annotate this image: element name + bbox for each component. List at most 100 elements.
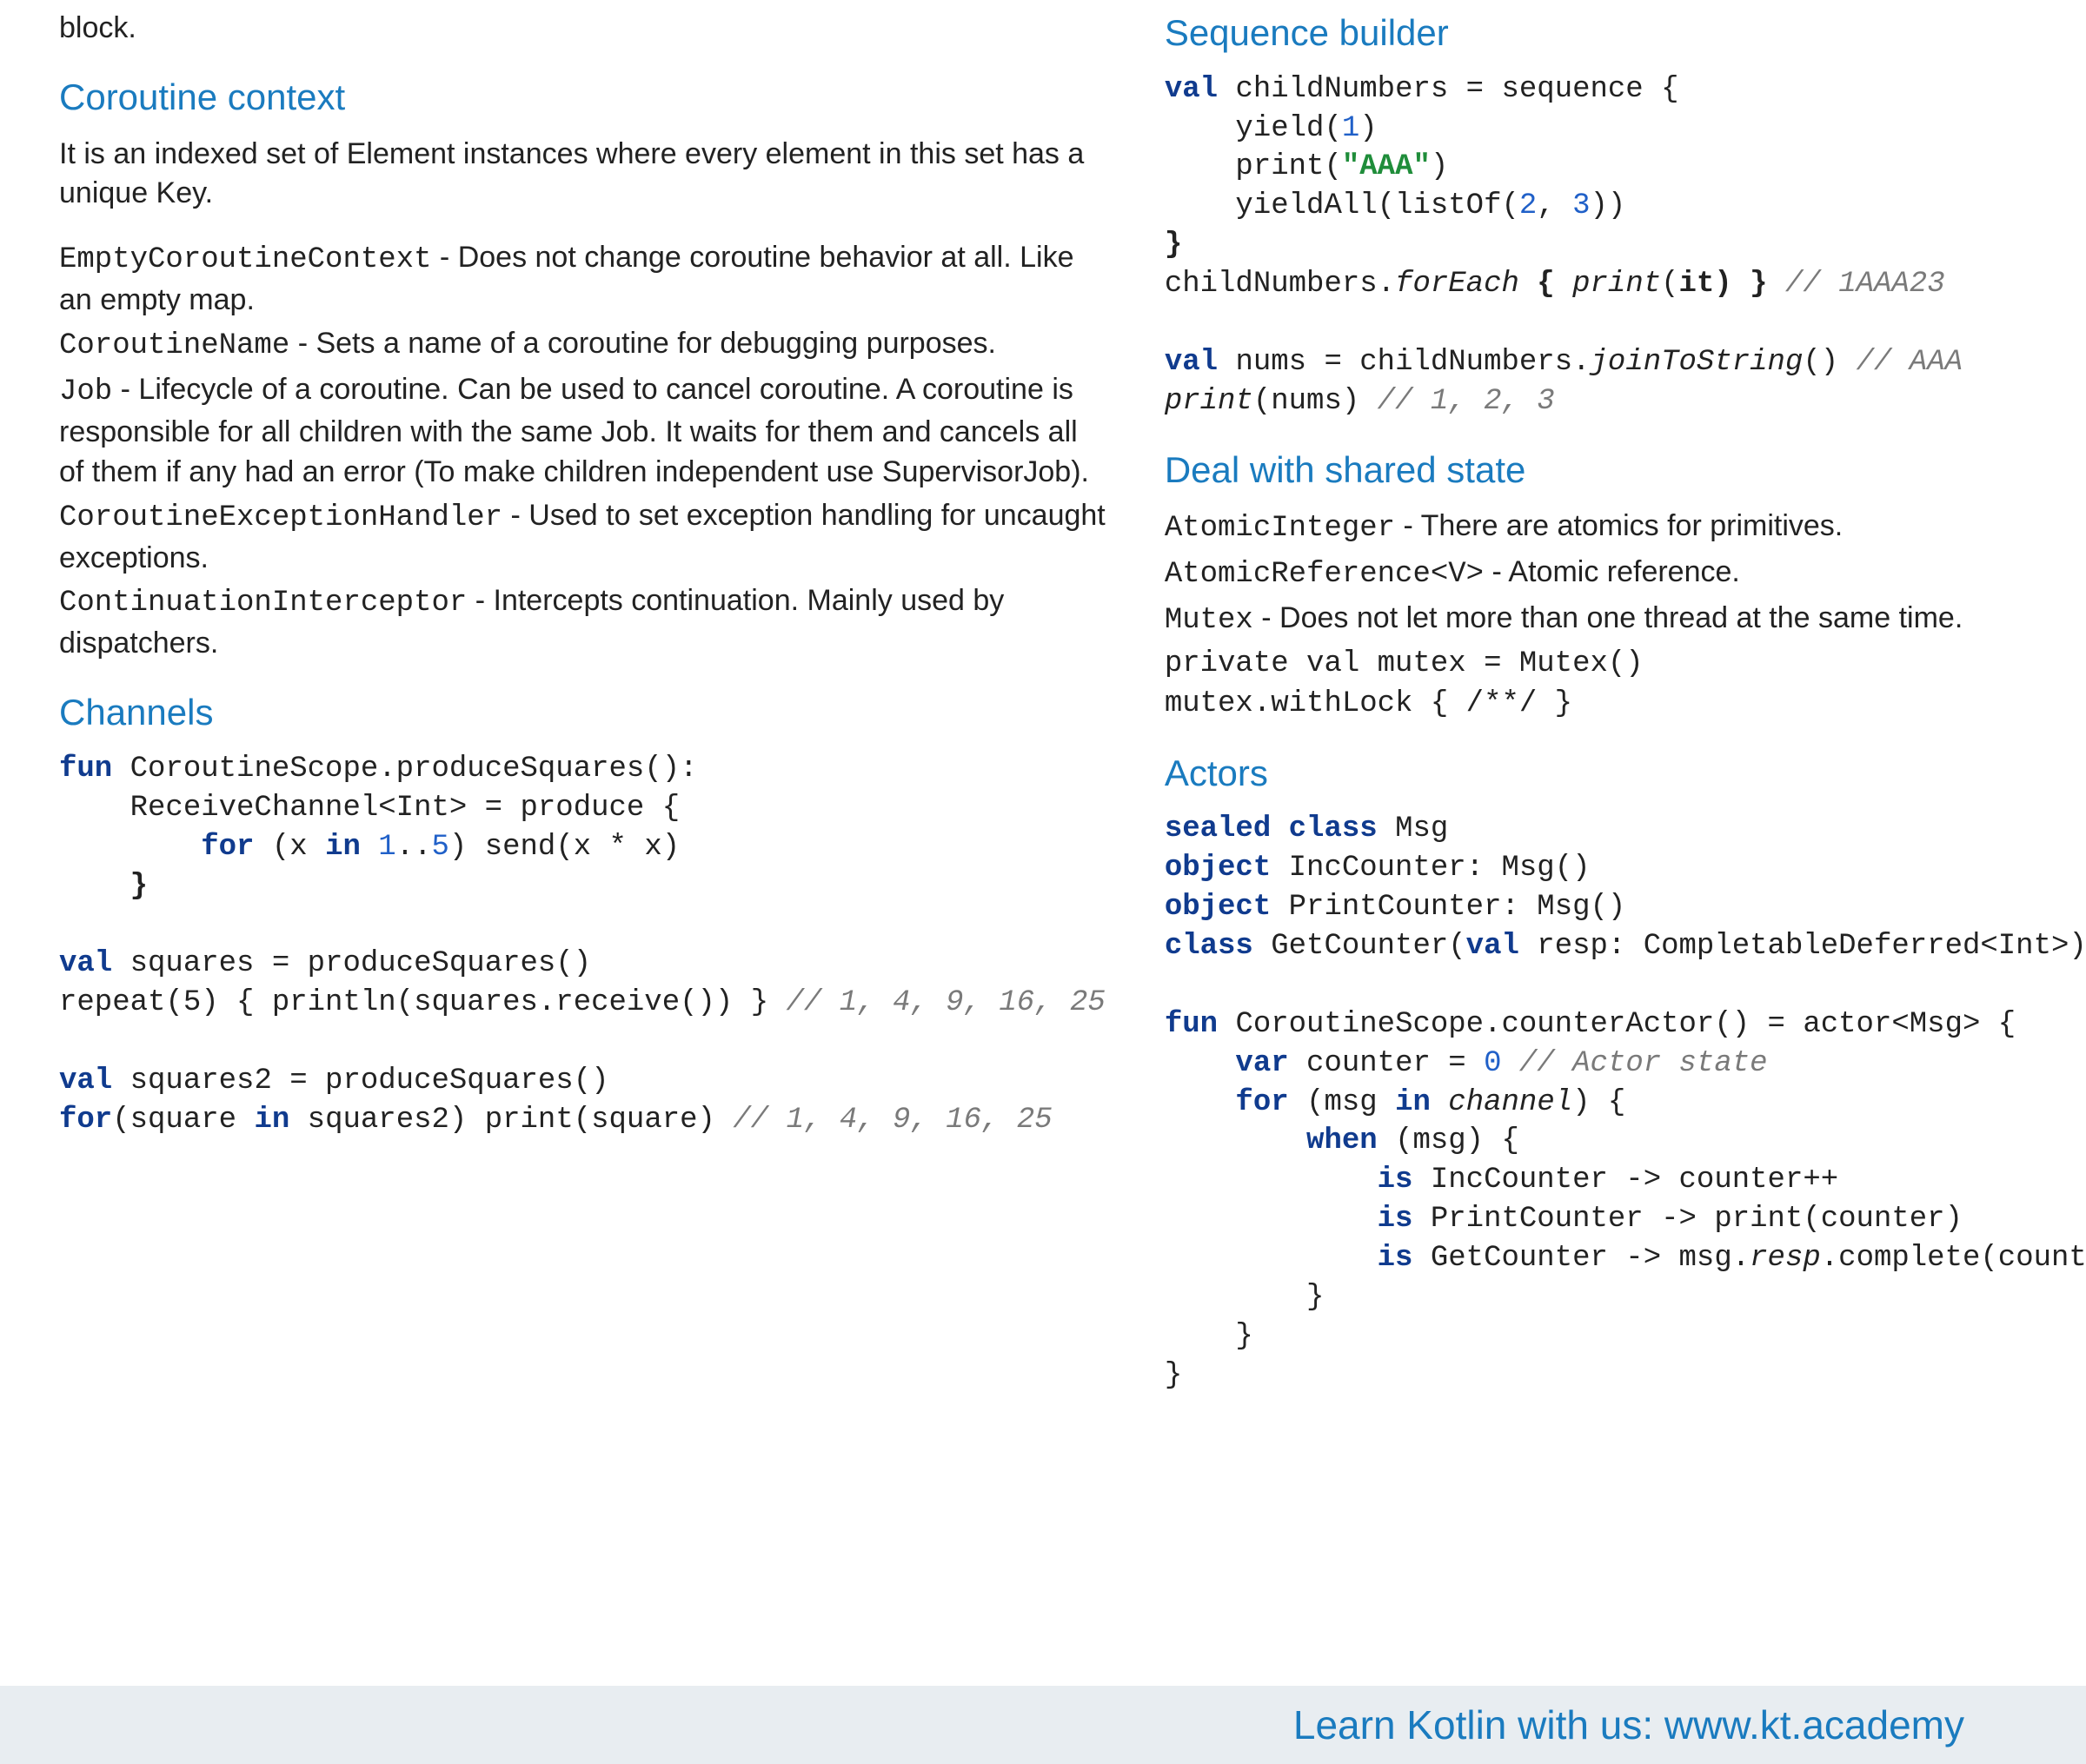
mutex-code-1: private val mutex = Mutex() xyxy=(1165,645,2086,685)
ch-l3-r2: 5 xyxy=(432,831,449,864)
seq-l4a: yieldAll(listOf( xyxy=(1165,189,1519,222)
act-l14: } xyxy=(1165,1359,1182,1392)
ch-l3a: (x xyxy=(272,831,325,864)
seq-l3b: ) xyxy=(1431,150,1448,183)
footer-text: Learn Kotlin with us: www.kt.academy xyxy=(1293,1698,1964,1752)
seq-l2n: 1 xyxy=(1342,112,1359,145)
act-l8-when: when xyxy=(1165,1124,1395,1157)
heading-channels: Channels xyxy=(59,688,1106,738)
seq-l6c: ( xyxy=(1661,268,1678,301)
shared-item-atomicref: AtomicReference<V> - Atomic reference. xyxy=(1165,553,2086,595)
act-l6cmt: // Actor state xyxy=(1502,1047,1768,1080)
seq-l1: childNumbers = sequence { xyxy=(1235,73,1678,106)
ch-l6c: // 1, 4, 9, 16, 25 xyxy=(787,986,1106,1019)
act-l11a: GetCounter -> msg. xyxy=(1431,1242,1750,1275)
act-l6a: counter = xyxy=(1306,1047,1484,1080)
act-l7-in: in xyxy=(1395,1086,1448,1119)
ctx-interceptor-name: ContinuationInterceptor xyxy=(59,587,467,620)
ch-l8a: (square xyxy=(112,1104,254,1137)
ch-l4: } xyxy=(59,870,148,903)
act-l5-fun: fun xyxy=(1165,1008,1236,1041)
heading-actors: Actors xyxy=(1165,749,2086,799)
seq-l6cmt: // 1AAA23 xyxy=(1785,268,1945,301)
kw-in: in xyxy=(325,831,378,864)
seq-val: val xyxy=(1165,73,1236,106)
ch-l3-dot: .. xyxy=(396,831,432,864)
ch-l2: ReceiveChannel<Int> = produce { xyxy=(59,792,680,825)
seq-l2a: yield( xyxy=(1165,112,1342,145)
shared-atomicint-desc: - There are atomics for primitives. xyxy=(1395,509,1843,542)
heading-shared-state: Deal with shared state xyxy=(1165,446,2086,495)
ctx-item-empty: EmptyCoroutineContext - Does not change … xyxy=(59,238,1106,321)
seq-l6pr: print xyxy=(1572,268,1661,301)
seq-l8cmt: // 1, 2, 3 xyxy=(1378,385,1555,418)
seq-l2b: ) xyxy=(1359,112,1377,145)
act-l13: } xyxy=(1165,1320,1253,1353)
act-l11b: .complete(counter) xyxy=(1821,1242,2086,1275)
shared-atomicref-name: AtomicReference<V> xyxy=(1165,558,1484,591)
seq-l6it2: it xyxy=(1679,268,1715,301)
shared-mutex-name: Mutex xyxy=(1165,604,1253,637)
right-column: Sequence builder val childNumbers = sequ… xyxy=(1147,9,2086,1764)
seq-l6a: childNumbers. xyxy=(1165,268,1395,301)
seq-l4n1: 2 xyxy=(1519,189,1537,222)
ctx-handler-name: CoroutineExceptionHandler xyxy=(59,501,502,534)
ch-l6a: repeat(5) { println(squares.receive()) } xyxy=(59,986,787,1019)
seq-l7a: nums = childNumbers. xyxy=(1235,346,1590,379)
act-l4-val: val xyxy=(1466,930,1538,963)
mutex-code-2: mutex.withLock { /**/ } xyxy=(1165,685,2086,725)
act-l9-is: is xyxy=(1165,1164,1431,1197)
ch-l1: CoroutineScope.produceSquares(): xyxy=(130,753,698,786)
act-l6-var: var xyxy=(1165,1047,1306,1080)
act-l2: IncCounter: Msg() xyxy=(1289,852,1591,885)
kw-val2: val xyxy=(59,1064,130,1098)
shared-item-mutex: Mutex - Does not let more than one threa… xyxy=(1165,599,2086,641)
act-l11-is: is xyxy=(1165,1242,1431,1275)
act-l1: Msg xyxy=(1395,812,1448,846)
heading-coroutine-context: Coroutine context xyxy=(59,73,1106,123)
act-l7b: ) { xyxy=(1572,1086,1625,1119)
act-l5: CoroutineScope.counterActor() = actor<Ms… xyxy=(1235,1008,2016,1041)
seq-l7it: joinToString xyxy=(1591,346,1804,379)
act-l4-kw: class xyxy=(1165,930,1271,963)
ch-l3b: ) send(x * x) xyxy=(449,831,680,864)
seq-l7b: () xyxy=(1803,346,1856,379)
ctx-item-job: Job - Lifecycle of a coroutine. Can be u… xyxy=(59,370,1106,493)
seq-l8a: (nums) xyxy=(1253,385,1378,418)
seq-l6b: { xyxy=(1519,268,1572,301)
kw-in2: in xyxy=(254,1104,307,1137)
seq-l3s: "AAA" xyxy=(1342,150,1431,183)
seq-l4c: , xyxy=(1537,189,1572,222)
ctx-item-handler: CoroutineExceptionHandler - Used to set … xyxy=(59,496,1106,579)
act-l2-kw: object xyxy=(1165,852,1289,885)
shared-atomicref-desc: - Atomic reference. xyxy=(1484,555,1740,588)
prev-block-trailer: block. xyxy=(59,9,1106,49)
kw-for: for xyxy=(59,831,272,864)
act-l7a: (msg xyxy=(1306,1086,1395,1119)
channels-code: fun CoroutineScope.produceSquares(): Rec… xyxy=(59,750,1106,1140)
ch-l8c: // 1, 4, 9, 16, 25 xyxy=(733,1104,1052,1137)
seq-l3a: print( xyxy=(1165,150,1342,183)
ctx-empty-name: EmptyCoroutineContext xyxy=(59,243,431,276)
act-l1-kw: sealed class xyxy=(1165,812,1395,846)
ch-l7: squares2 = produceSquares() xyxy=(130,1064,609,1098)
seq-l5: } xyxy=(1165,229,1182,262)
act-l3: PrintCounter: Msg() xyxy=(1289,891,1626,924)
act-l3-kw: object xyxy=(1165,891,1289,924)
actors-code: sealed class Msg object IncCounter: Msg(… xyxy=(1165,810,2086,1395)
cheatsheet-page: block. Coroutine context It is an indexe… xyxy=(0,0,2086,1764)
act-l9: IncCounter -> counter++ xyxy=(1431,1164,1838,1197)
act-l10-is: is xyxy=(1165,1203,1431,1236)
seq-val2: val xyxy=(1165,346,1236,379)
context-intro: It is an indexed set of Element instance… xyxy=(59,135,1106,215)
act-l4a: GetCounter( xyxy=(1271,930,1465,963)
act-l4b: resp: CompletableDeferred<Int>):Msg() xyxy=(1537,930,2086,963)
ch-l5: squares = produceSquares() xyxy=(130,947,592,980)
ctx-job-name: Job xyxy=(59,375,112,408)
seq-l6it: forEach xyxy=(1395,268,1519,301)
act-l6n: 0 xyxy=(1484,1047,1501,1080)
ctx-name-name: CoroutineName xyxy=(59,329,289,362)
seq-l4n2: 3 xyxy=(1572,189,1590,222)
seq-l4b: )) xyxy=(1591,189,1626,222)
left-column: block. Coroutine context It is an indexe… xyxy=(0,9,1147,1764)
